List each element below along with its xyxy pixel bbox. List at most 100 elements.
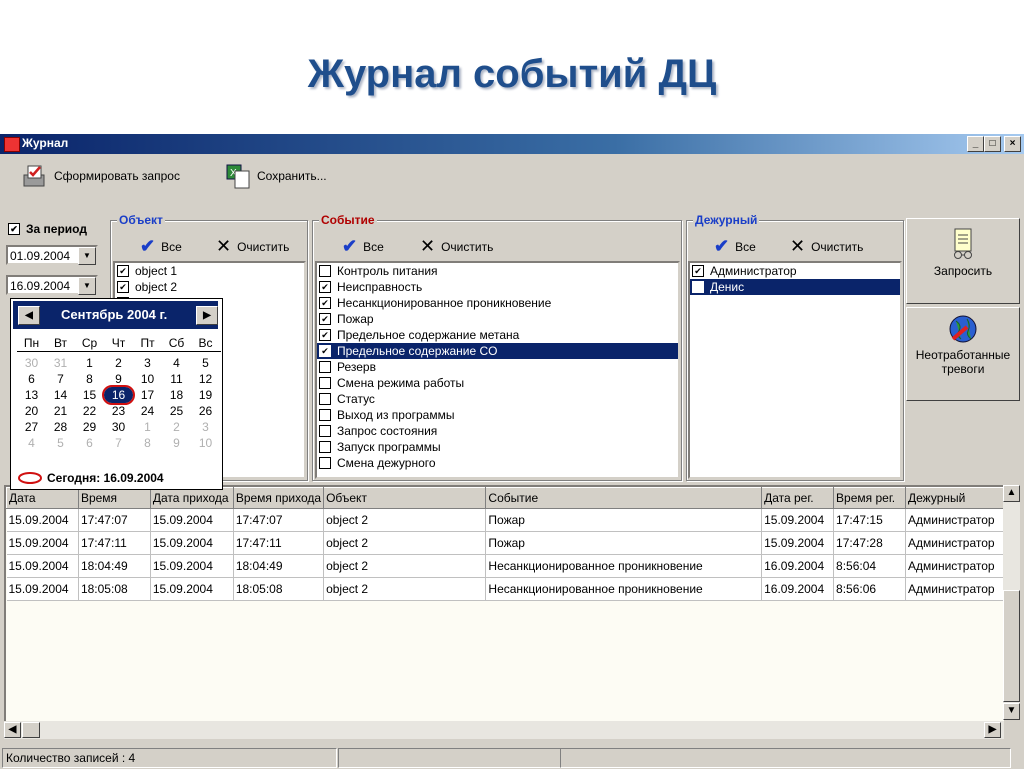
calendar-day[interactable]: 10 — [133, 371, 162, 387]
calendar-day[interactable]: 10 — [191, 435, 220, 451]
event-clear-button[interactable]: ✕ Очистить — [420, 236, 493, 257]
calendar-day[interactable]: 30 — [17, 355, 46, 371]
calendar-day[interactable]: 7 — [46, 371, 75, 387]
column-header[interactable]: Событие — [485, 487, 763, 509]
calendar-day[interactable]: 23 — [104, 403, 133, 419]
events-table-container[interactable]: Дата Время Дата прихода Время прихода Объект… — [4, 485, 1006, 724]
event-item[interactable]: Контроль питания — [317, 263, 678, 279]
duty-select-all-button[interactable]: ✔ Все — [714, 236, 756, 257]
maximize-button[interactable]: □ — [984, 136, 1001, 152]
calendar-day[interactable]: 11 — [162, 371, 191, 387]
column-header[interactable]: Дежурный — [905, 487, 1004, 509]
event-checkbox[interactable] — [319, 393, 331, 405]
table-row[interactable]: 15.09.2004 17:47:11 15.09.2004 17:47:11 obje… — [6, 531, 1004, 555]
event-item[interactable]: Смена дежурного — [317, 455, 678, 471]
object-checkbox[interactable] — [117, 265, 129, 277]
calendar-day[interactable]: 2 — [104, 355, 133, 371]
calendar-day[interactable]: 3 — [133, 355, 162, 371]
column-header[interactable]: Время рег. — [833, 487, 906, 509]
horizontal-scrollbar[interactable]: ◀ ▶ — [4, 721, 1004, 739]
calendar-day[interactable]: 20 — [17, 403, 46, 419]
calendar-day[interactable]: 3 — [191, 419, 220, 435]
calendar-day[interactable]: 12 — [191, 371, 220, 387]
date-from-dropdown-icon[interactable]: ▼ — [78, 247, 96, 265]
event-checkbox[interactable] — [319, 281, 331, 293]
calendar-day[interactable]: 28 — [46, 419, 75, 435]
date-to-combo[interactable]: 16.09.2004 ▼ — [6, 275, 98, 295]
scroll-left-icon[interactable]: ◀ — [4, 722, 21, 738]
request-button[interactable]: Запросить — [906, 218, 1020, 304]
make-query-button[interactable]: Сформировать запрос — [22, 162, 180, 190]
event-item[interactable]: Резерв — [317, 359, 678, 375]
duty-item[interactable]: Администратор — [690, 263, 900, 279]
next-month-icon[interactable]: ▶ — [196, 306, 218, 325]
duty-clear-button[interactable]: ✕ Очистить — [790, 236, 863, 257]
minimize-button[interactable]: _ — [967, 136, 984, 152]
event-item[interactable]: Пожар — [317, 311, 678, 327]
calendar-day[interactable]: 22 — [75, 403, 104, 419]
column-header[interactable]: Дата — [6, 487, 79, 509]
calendar-day[interactable]: 13 — [17, 387, 46, 403]
calendar-day[interactable]: 14 — [46, 387, 75, 403]
duty-checkbox[interactable] — [692, 281, 704, 293]
column-header[interactable]: Дата рег. — [761, 487, 835, 509]
calendar-day[interactable]: 24 — [133, 403, 162, 419]
date-to-dropdown-icon[interactable]: ▼ — [78, 277, 96, 295]
event-checkbox[interactable] — [319, 313, 331, 325]
calendar-day[interactable]: 7 — [104, 435, 133, 451]
prev-month-icon[interactable]: ◀ — [18, 306, 40, 325]
event-item[interactable]: Предельное содержание метана — [317, 327, 678, 343]
calendar-today[interactable]: Сегодня: 16.09.2004 — [17, 471, 164, 485]
calendar-day[interactable]: 15 — [75, 387, 104, 403]
unprocessed-alarms-button[interactable]: Неотработанные тревоги — [906, 307, 1020, 401]
vertical-scroll-thumb[interactable] — [1003, 590, 1020, 702]
column-header[interactable]: Время прихода — [232, 487, 325, 509]
event-checkbox[interactable] — [319, 441, 331, 453]
event-item[interactable]: Предельное содержание CO — [317, 343, 678, 359]
event-item[interactable]: Неисправность — [317, 279, 678, 295]
calendar-day[interactable]: 1 — [133, 419, 162, 435]
calendar-popup[interactable]: ◀ Сентябрь 2004 г. ▶ Пн Вт Ср Чт Пт Сб Вс 30 31… — [10, 298, 223, 490]
event-item[interactable]: Запрос состояния — [317, 423, 678, 439]
period-toggle[interactable]: За период — [8, 222, 87, 236]
event-checkbox[interactable] — [319, 457, 331, 469]
calendar-day[interactable]: 18 — [162, 387, 191, 403]
event-item[interactable]: Выход из программы — [317, 407, 678, 423]
event-checkbox[interactable] — [319, 345, 331, 357]
calendar-day[interactable]: 4 — [162, 355, 191, 371]
column-header[interactable]: Время — [77, 487, 151, 509]
event-checkbox[interactable] — [319, 297, 331, 309]
calendar-day[interactable]: 9 — [162, 435, 191, 451]
horizontal-scroll-thumb[interactable] — [22, 722, 40, 738]
scroll-up-icon[interactable]: ▲ — [1003, 485, 1020, 502]
event-item[interactable]: Несанкционированное проникновение — [317, 295, 678, 311]
calendar-day[interactable]: 6 — [75, 435, 104, 451]
event-select-all-button[interactable]: ✔ Все — [342, 236, 384, 257]
calendar-day[interactable]: 29 — [75, 419, 104, 435]
object-select-all-button[interactable]: ✔ Все — [140, 236, 182, 257]
calendar-day[interactable]: 9 — [104, 371, 133, 387]
duty-list[interactable]: Администратор Денис — [688, 261, 902, 479]
calendar-day[interactable]: 6 — [17, 371, 46, 387]
calendar-day[interactable]: 25 — [162, 403, 191, 419]
event-checkbox[interactable] — [319, 265, 331, 277]
column-header[interactable]: Объект — [323, 487, 487, 509]
calendar-day[interactable]: 19 — [191, 387, 220, 403]
event-item[interactable]: Смена режима работы — [317, 375, 678, 391]
vertical-scrollbar[interactable]: ▲ ▼ — [1003, 485, 1020, 720]
object-item[interactable]: object 2 — [115, 279, 304, 295]
date-from-combo[interactable]: 01.09.2004 ▼ — [6, 245, 98, 265]
calendar-day[interactable]: 27 — [17, 419, 46, 435]
table-row[interactable]: 15.09.2004 18:05:08 15.09.2004 18:05:08 obje… — [6, 577, 1004, 601]
event-checkbox[interactable] — [319, 329, 331, 341]
scroll-down-icon[interactable]: ▼ — [1003, 703, 1020, 720]
event-item[interactable]: Статус — [317, 391, 678, 407]
event-checkbox[interactable] — [319, 425, 331, 437]
scroll-right-icon[interactable]: ▶ — [984, 722, 1001, 738]
calendar-grid[interactable]: 30 31 1 2 3 4 5 6 7 8 9 10 11 12 13 14 15 16 17 18 19 20 21 22 2… — [17, 355, 221, 451]
save-button[interactable]: X Сохранить... — [225, 162, 327, 190]
period-checkbox[interactable] — [8, 223, 20, 235]
calendar-day[interactable]: 5 — [46, 435, 75, 451]
duty-checkbox[interactable] — [692, 265, 704, 277]
close-button[interactable]: × — [1004, 136, 1021, 152]
